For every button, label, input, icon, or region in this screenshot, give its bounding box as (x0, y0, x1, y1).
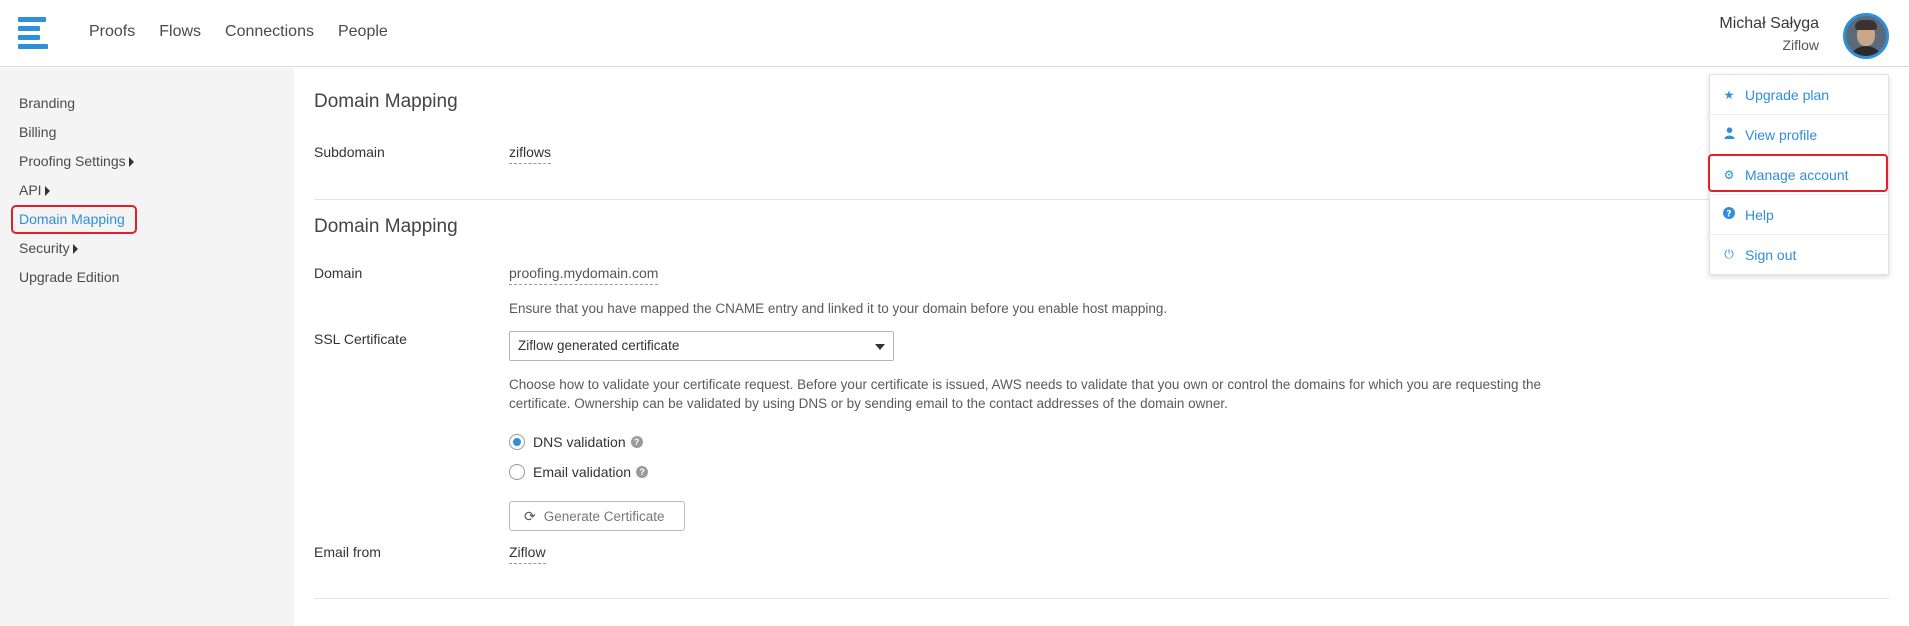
radio-unchecked-icon[interactable] (509, 464, 525, 480)
question-circle-icon: ? (1722, 207, 1736, 222)
ssl-certificate-label: SSL Certificate (314, 331, 407, 347)
domain-value[interactable]: proofing.mydomain.com (509, 265, 659, 285)
ssl-hint-line-2: certificate. Ownership can be validated … (509, 396, 1228, 411)
ssl-hint-line-1: Choose how to validate your certificate … (509, 377, 1542, 392)
avatar[interactable] (1843, 13, 1889, 59)
settings-sidebar: Branding Billing Proofing Settings API D… (0, 68, 294, 626)
user-name: Michał Sałyga (1719, 15, 1819, 32)
refresh-icon: ⟳ (524, 507, 536, 524)
main-nav: Proofs Flows Connections People (89, 23, 388, 41)
sidebar-item-branding[interactable]: Branding (19, 95, 75, 111)
caret-right-icon (128, 157, 134, 167)
help-question-icon[interactable]: ? (630, 436, 643, 448)
dropdown-arrow-icon (875, 344, 885, 350)
menu-item-highlight (1708, 154, 1888, 192)
email-validation-label: Email validation (533, 464, 632, 480)
nav-proofs[interactable]: Proofs (89, 23, 135, 41)
subdomain-label: Subdomain (314, 144, 385, 160)
caret-right-icon (72, 244, 78, 254)
sidebar-item-proofing-settings[interactable]: Proofing Settings (19, 153, 134, 169)
subdomain-value[interactable]: ziflows (509, 144, 552, 164)
ziflow-logo-icon[interactable] (18, 17, 50, 49)
divider (314, 598, 1889, 599)
section-title-subdomain: Domain Mapping (314, 91, 458, 112)
help-question-icon[interactable]: ? (636, 466, 649, 478)
sidebar-item-upgrade-edition[interactable]: Upgrade Edition (19, 269, 119, 285)
active-item-highlight (11, 205, 137, 234)
menu-item-sign-out[interactable]: ⏻ Sign out (1710, 235, 1888, 274)
nav-connections[interactable]: Connections (225, 23, 314, 41)
nav-flows[interactable]: Flows (159, 23, 201, 41)
generate-certificate-button[interactable]: ⟳ Generate Certificate (509, 501, 685, 531)
avatar-body (1848, 46, 1884, 56)
sidebar-item-api[interactable]: API (19, 182, 50, 198)
menu-item-label: Sign out (1745, 246, 1797, 263)
sidebar-item-label: Proofing Settings (19, 153, 126, 169)
dns-validation-radio[interactable]: DNS validation ? (509, 434, 643, 450)
email-from-value[interactable]: Ziflow (509, 544, 546, 564)
sidebar-item-label: Billing (19, 124, 57, 140)
avatar-hair (1855, 20, 1877, 30)
nav-people[interactable]: People (338, 23, 388, 41)
domain-hint: Ensure that you have mapped the CNAME en… (509, 301, 1168, 316)
menu-item-label: Upgrade plan (1745, 86, 1830, 103)
top-bar: Proofs Flows Connections People Michał S… (0, 0, 1909, 67)
user-info[interactable]: Michał Sałyga Ziflow (1719, 15, 1819, 53)
domain-label: Domain (314, 265, 363, 281)
radio-checked-icon[interactable] (509, 434, 525, 450)
menu-item-view-profile[interactable]: View profile (1710, 115, 1888, 154)
sidebar-item-security[interactable]: Security (19, 240, 78, 256)
divider (314, 199, 1889, 200)
dns-validation-label: DNS validation (533, 434, 626, 450)
ssl-certificate-select[interactable]: Ziflow generated certificate (509, 331, 894, 361)
org-name: Ziflow (1782, 37, 1819, 53)
ssl-select-value: Ziflow generated certificate (518, 338, 680, 353)
star-icon: ★ (1723, 87, 1735, 102)
generate-certificate-label: Generate Certificate (543, 508, 665, 524)
sidebar-item-label: Security (19, 240, 70, 256)
menu-item-label: Help (1745, 206, 1774, 223)
email-validation-radio[interactable]: Email validation ? (509, 464, 649, 480)
sidebar-item-label: Upgrade Edition (19, 269, 120, 285)
menu-item-help[interactable]: ? Help (1710, 195, 1888, 234)
menu-item-upgrade-plan[interactable]: ★ Upgrade plan (1710, 75, 1888, 114)
caret-right-icon (44, 186, 50, 196)
power-icon: ⏻ (1724, 247, 1734, 261)
email-from-label: Email from (314, 544, 381, 560)
sidebar-item-label: API (19, 182, 42, 198)
section-title-domain-mapping: Domain Mapping (314, 216, 458, 237)
sidebar-item-billing[interactable]: Billing (19, 124, 56, 140)
sidebar-item-label: Branding (19, 95, 76, 111)
svg-text:?: ? (1726, 210, 1731, 220)
menu-item-label: View profile (1745, 126, 1818, 143)
user-icon (1722, 127, 1736, 142)
